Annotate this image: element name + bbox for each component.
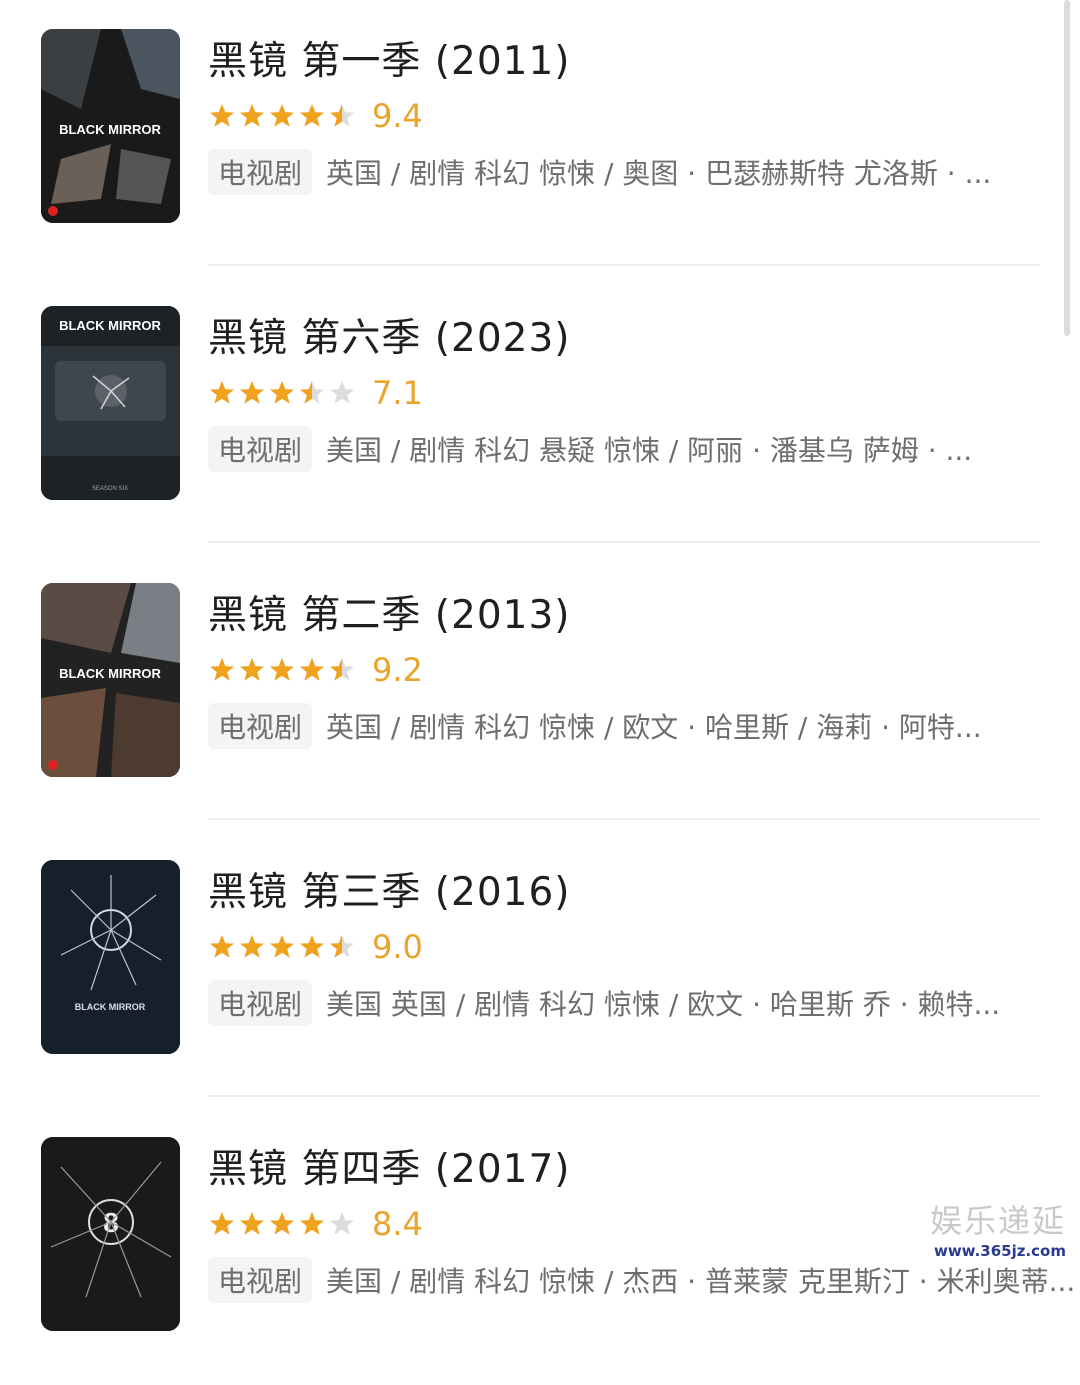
type-chip: 电视剧: [208, 149, 313, 195]
divider: [208, 541, 1040, 543]
poster-image[interactable]: BLACK MIRROR: [41, 29, 180, 223]
type-chip: 电视剧: [208, 1257, 313, 1303]
star-icon: [270, 104, 294, 127]
item-title[interactable]: 黑镜 第六季 (2023): [208, 307, 570, 363]
item-title[interactable]: 黑镜 第二季 (2013): [208, 584, 570, 640]
item-info: 美国 英国 / 剧情 科幻 惊悚 / 欧文 · 哈里斯 乔 · 赖特...: [326, 988, 1001, 1021]
item-title[interactable]: 黑镜 第三季 (2016): [208, 861, 570, 917]
meta-row: 电视剧 美国 / 剧情 科幻 悬疑 惊悚 / 阿丽 · 潘基乌 萨姆 · ...: [208, 426, 973, 472]
item-info: 英国 / 剧情 科幻 惊悚 / 欧文 · 哈里斯 / 海莉 · 阿特...: [326, 711, 982, 744]
star-icon: [270, 1212, 294, 1235]
star-icon: [240, 381, 264, 404]
rating-score: 7.1: [372, 374, 423, 412]
list-item[interactable]: BLACK MIRROR 黑镜 第三季 (2016) 9.0 电视剧 美国 英国…: [0, 831, 1060, 1108]
list-item[interactable]: BLACK MIRROR 黑镜 第二季 (2013) 9.2 电视剧 英国 / …: [0, 554, 1060, 831]
type-chip: 电视剧: [208, 980, 313, 1026]
svg-text:BLACK MIRROR: BLACK MIRROR: [59, 318, 161, 333]
rating-row: 9.4: [208, 96, 423, 136]
star-rating: [208, 656, 356, 684]
star-icon: [210, 935, 234, 958]
poster-art: BLACK MIRROR SEASON SIX: [41, 306, 180, 500]
poster-art: BLACK MIRROR: [41, 583, 180, 777]
rating-score: 8.4: [372, 1205, 423, 1243]
item-info: 美国 / 剧情 科幻 惊悚 / 杰西 · 普莱蒙 克里斯汀 · 米利奥蒂...: [326, 1265, 1076, 1298]
star-icon: [270, 935, 294, 958]
star-icon: [270, 381, 294, 404]
star-icon: [330, 1212, 354, 1235]
star-icon: [270, 658, 294, 681]
list-item[interactable]: BLACK MIRROR SEASON SIX 黑镜 第六季 (2023) 7.…: [0, 277, 1060, 554]
star-icon: [330, 381, 354, 404]
rating-row: 9.0: [208, 927, 423, 967]
item-info: 英国 / 剧情 科幻 惊悚 / 奥图 · 巴瑟赫斯特 尤洛斯 · ...: [326, 157, 992, 190]
star-rating: [208, 102, 356, 130]
star-rating: [208, 379, 356, 407]
star-icon: [210, 1212, 234, 1235]
type-chip: 电视剧: [208, 426, 313, 472]
rating-row: 8.4: [208, 1204, 423, 1244]
watermark-text: 娱乐递延: [929, 1202, 1066, 1240]
list-item[interactable]: 8 黑镜 第四季 (2017) 8.4 电视剧 美国 / 剧情 科幻 惊悚 / …: [0, 1108, 1075, 1385]
star-icon: [300, 1212, 324, 1235]
star-icon: [330, 104, 354, 127]
poster-art: BLACK MIRROR: [41, 860, 180, 1054]
star-icon: [210, 658, 234, 681]
watermark: 娱乐递延 www.365jz.com: [930, 1196, 1066, 1260]
star-icon: [240, 104, 264, 127]
star-icon: [330, 935, 354, 958]
type-chip: 电视剧: [208, 703, 313, 749]
star-icon: [240, 1212, 264, 1235]
poster-image[interactable]: BLACK MIRROR: [41, 860, 180, 1054]
divider: [208, 818, 1040, 820]
divider: [208, 264, 1040, 266]
list-item[interactable]: BLACK MIRROR 黑镜 第一季 (2011) 9.4 电视剧 英国 / …: [0, 0, 1060, 277]
svg-text:BLACK MIRROR: BLACK MIRROR: [59, 122, 161, 137]
star-icon: [240, 658, 264, 681]
star-icon: [300, 381, 324, 404]
star-icon: [210, 104, 234, 127]
rating-row: 9.2: [208, 650, 423, 690]
star-icon: [330, 658, 354, 681]
svg-text:SEASON SIX: SEASON SIX: [92, 486, 128, 492]
star-icon: [240, 935, 264, 958]
results-list: BLACK MIRROR 黑镜 第一季 (2011) 9.4 电视剧 英国 / …: [0, 0, 1080, 1331]
watermark-url: www.365jz.com: [933, 1242, 1066, 1260]
scrollbar[interactable]: [1064, 0, 1070, 336]
star-icon: [210, 381, 234, 404]
star-rating: [208, 1210, 356, 1238]
meta-row: 电视剧 英国 / 剧情 科幻 惊悚 / 欧文 · 哈里斯 / 海莉 · 阿特..…: [208, 703, 982, 749]
item-title[interactable]: 黑镜 第一季 (2011): [208, 30, 570, 86]
meta-row: 电视剧 英国 / 剧情 科幻 惊悚 / 奥图 · 巴瑟赫斯特 尤洛斯 · ...: [208, 149, 992, 195]
item-title[interactable]: 黑镜 第四季 (2017): [208, 1138, 570, 1194]
poster-image[interactable]: BLACK MIRROR: [41, 583, 180, 777]
svg-text:BLACK MIRROR: BLACK MIRROR: [75, 1002, 146, 1012]
rating-row: 7.1: [208, 373, 423, 413]
rating-score: 9.2: [372, 651, 423, 689]
divider: [208, 1095, 1040, 1097]
star-rating: [208, 933, 356, 961]
svg-text:BLACK MIRROR: BLACK MIRROR: [59, 666, 161, 681]
star-icon: [300, 935, 324, 958]
rating-score: 9.4: [372, 97, 423, 135]
poster-image[interactable]: 8: [41, 1137, 180, 1331]
poster-image[interactable]: BLACK MIRROR SEASON SIX: [41, 306, 180, 500]
poster-art: BLACK MIRROR: [41, 29, 180, 223]
star-icon: [300, 658, 324, 681]
poster-art: 8: [41, 1137, 180, 1331]
meta-row: 电视剧 美国 / 剧情 科幻 惊悚 / 杰西 · 普莱蒙 克里斯汀 · 米利奥蒂…: [208, 1257, 1076, 1303]
meta-row: 电视剧 美国 英国 / 剧情 科幻 惊悚 / 欧文 · 哈里斯 乔 · 赖特..…: [208, 980, 1001, 1026]
rating-score: 9.0: [372, 928, 423, 966]
star-icon: [300, 104, 324, 127]
item-info: 美国 / 剧情 科幻 悬疑 惊悚 / 阿丽 · 潘基乌 萨姆 · ...: [326, 434, 973, 467]
